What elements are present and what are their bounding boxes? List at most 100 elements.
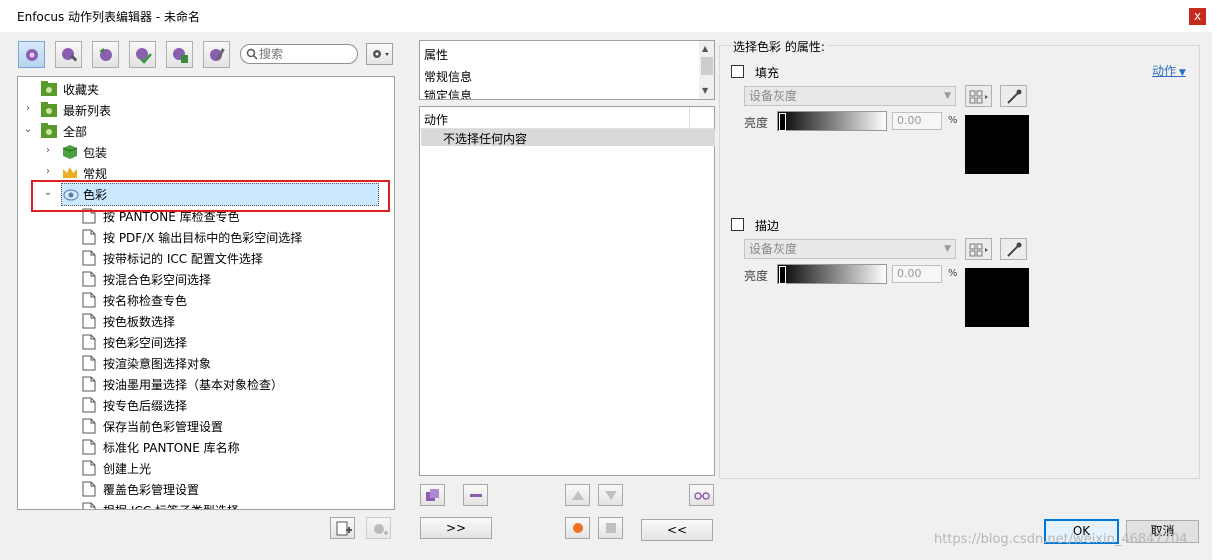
- tree-child-item[interactable]: 按名称检查专色: [18, 289, 378, 310]
- options-dropdown-button[interactable]: [366, 43, 393, 65]
- chevron-down-icon: ▼: [944, 91, 951, 101]
- tree-child-item[interactable]: 按专色后缀选择: [18, 394, 378, 415]
- action-menu-link[interactable]: 动作 ▼: [1152, 62, 1186, 79]
- tree-child-item[interactable]: 按色板数选择: [18, 310, 378, 331]
- chevron-down-icon: ▼: [944, 244, 951, 254]
- action-row[interactable]: 不选择任何内容: [421, 129, 715, 146]
- add-to-list-button[interactable]: >>: [420, 517, 492, 539]
- tree-item-favorites[interactable]: 收藏夹: [18, 78, 378, 99]
- properties-item-attributes[interactable]: 属性: [424, 46, 448, 63]
- scroll-up-arrow-icon[interactable]: ▲: [702, 44, 708, 53]
- record-icon: [573, 523, 583, 533]
- collapse-arrow-icon[interactable]: ⌄: [22, 122, 34, 138]
- grid-icon: [969, 90, 988, 104]
- info-gear-icon: [173, 48, 188, 63]
- stop-icon: [606, 523, 616, 533]
- eyedropper-icon: [1007, 89, 1022, 104]
- actions-list: 动作 不选择任何内容: [419, 106, 715, 476]
- copy-action-button[interactable]: [420, 484, 445, 506]
- tree-child-item[interactable]: 根据 ICC 标签子类型选择: [18, 499, 378, 509]
- search-icon: [246, 48, 258, 60]
- slider-knob[interactable]: [779, 266, 786, 284]
- tree-child-item[interactable]: 标准化 PANTONE 库名称: [18, 436, 378, 457]
- stroke-brightness-slider[interactable]: [777, 264, 887, 284]
- expand-arrow-icon[interactable]: ›: [22, 101, 34, 117]
- properties-scrollbar[interactable]: ▲ ▼: [699, 41, 714, 99]
- tree-child-item[interactable]: 按 PDF/X 输出目标中的色彩空间选择: [18, 226, 378, 247]
- document-icon: [82, 481, 98, 497]
- stroke-colorspace-select[interactable]: 设备灰度 ▼: [744, 239, 956, 259]
- recent-filter-button[interactable]: [92, 41, 119, 68]
- document-icon: [82, 271, 98, 287]
- folder-icon: [41, 102, 57, 117]
- gear-dropdown-icon: [373, 50, 389, 58]
- fill-brightness-label: 亮度: [744, 116, 769, 130]
- fill-eyedropper-button[interactable]: [1000, 85, 1027, 107]
- close-button[interactable]: x: [1189, 8, 1206, 25]
- move-down-button[interactable]: [598, 484, 623, 506]
- stroke-brightness-input[interactable]: 0.00: [892, 265, 942, 283]
- document-icon: [82, 334, 98, 350]
- stroke-swatch-grid-button[interactable]: [965, 238, 992, 260]
- record-button[interactable]: [565, 517, 590, 539]
- move-up-button[interactable]: [565, 484, 590, 506]
- search-input[interactable]: [259, 46, 353, 62]
- tree-child-item[interactable]: 按油墨用量选择（基本对象检查）: [18, 373, 378, 394]
- wrench-filter-button[interactable]: [55, 41, 82, 68]
- fill-swatch-grid-button[interactable]: [965, 85, 992, 107]
- watermark: https://blog.csdn.net/weixin_46847704: [934, 532, 1188, 547]
- configure-action-button[interactable]: [366, 517, 391, 539]
- settings-filter-button[interactable]: [203, 41, 230, 68]
- glasses-icon: [694, 492, 710, 500]
- search-box[interactable]: [240, 44, 358, 64]
- tree-item-recent[interactable]: › 最新列表: [18, 99, 378, 120]
- document-icon: [82, 292, 98, 308]
- highlight-annotation-box: [31, 180, 390, 212]
- grid-icon: [969, 243, 988, 257]
- fill-color-swatch[interactable]: [965, 115, 1029, 174]
- slider-knob[interactable]: [779, 113, 786, 131]
- expand-arrow-icon[interactable]: ›: [42, 143, 54, 159]
- preview-button[interactable]: [689, 484, 714, 506]
- favorites-filter-button[interactable]: [18, 41, 45, 68]
- scroll-thumb[interactable]: [701, 57, 713, 75]
- eyedropper-icon: [1007, 242, 1022, 257]
- fill-colorspace-select[interactable]: 设备灰度 ▼: [744, 86, 956, 106]
- tree-child-item[interactable]: 按色彩空间选择: [18, 331, 378, 352]
- scroll-down-arrow-icon[interactable]: ▼: [702, 86, 708, 95]
- refresh-gear-icon: [99, 48, 112, 61]
- stroke-color-swatch[interactable]: [965, 268, 1029, 327]
- fill-checkbox[interactable]: [731, 65, 744, 78]
- info-filter-button[interactable]: [166, 41, 193, 68]
- tree-item-packaging[interactable]: › 包装: [18, 141, 378, 162]
- properties-item-general[interactable]: 常规信息: [424, 68, 472, 85]
- document-icon: [82, 460, 98, 476]
- gear-add-icon: [374, 524, 388, 535]
- properties-list: 属性 常规信息 锁定信息 ▲ ▼: [419, 40, 715, 100]
- tree-item-all[interactable]: ⌄ 全部: [18, 120, 378, 141]
- properties-item-lock[interactable]: 锁定信息: [424, 87, 472, 99]
- check-filter-button[interactable]: [129, 41, 156, 68]
- document-icon: [82, 418, 98, 434]
- fill-brightness-slider[interactable]: [777, 111, 887, 131]
- document-icon: [82, 313, 98, 329]
- document-icon: [82, 250, 98, 266]
- stroke-checkbox[interactable]: [731, 218, 744, 231]
- document-icon: [82, 355, 98, 371]
- fill-brightness-input[interactable]: 0.00: [892, 112, 942, 130]
- remove-from-list-button[interactable]: <<: [641, 519, 713, 541]
- new-action-button[interactable]: [330, 517, 355, 539]
- tree-child-item[interactable]: 按渲染意图选择对象: [18, 352, 378, 373]
- tree-child-item[interactable]: 覆盖色彩管理设置: [18, 478, 378, 499]
- stroke-brightness-label: 亮度: [744, 269, 769, 283]
- document-icon: [82, 397, 98, 413]
- tree-child-item[interactable]: 保存当前色彩管理设置: [18, 415, 378, 436]
- expand-arrow-icon[interactable]: ›: [42, 164, 54, 180]
- stroke-eyedropper-button[interactable]: [1000, 238, 1027, 260]
- tree-child-item[interactable]: 按混合色彩空间选择: [18, 268, 378, 289]
- remove-action-button[interactable]: [463, 484, 488, 506]
- tree-child-item[interactable]: 按带标记的 ICC 配置文件选择: [18, 247, 378, 268]
- window-title: Enfocus 动作列表编辑器 - 未命名: [17, 10, 200, 24]
- stop-button[interactable]: [598, 517, 623, 539]
- tree-child-item[interactable]: 创建上光: [18, 457, 378, 478]
